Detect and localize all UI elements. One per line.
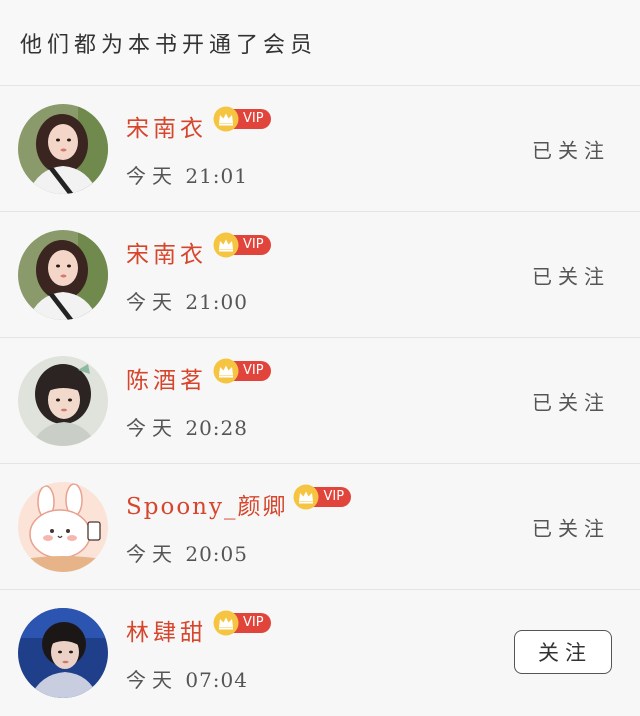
list-item[interactable]: 宋南衣 VIP 今天 21:01 已关注 <box>0 86 640 212</box>
page-title: 他们都为本书开通了会员 <box>20 32 318 58</box>
list-item[interactable]: 陈酒茗 VIP 今天 20:28 已关注 <box>0 338 640 464</box>
vip-badge: VIP <box>293 484 352 510</box>
vip-badge: VIP <box>213 106 271 132</box>
timestamp: 今天 07:04 <box>126 668 248 692</box>
timestamp: 今天 21:00 <box>126 290 248 314</box>
avatar[interactable] <box>18 356 108 446</box>
crown-icon <box>213 610 239 636</box>
list-item[interactable]: 宋南衣 VIP 今天 21:00 已关注 <box>0 212 640 338</box>
girl-short-hair-icon <box>18 356 108 446</box>
member-name[interactable]: 宋南衣 <box>126 109 207 143</box>
timestamp: 今天 20:05 <box>126 542 248 566</box>
member-name[interactable]: 陈酒茗 <box>126 361 207 395</box>
header: 他们都为本书开通了会员 <box>0 0 640 86</box>
vip-badge: VIP <box>213 358 271 384</box>
crown-icon <box>213 106 239 132</box>
member-list: 宋南衣 VIP 今天 21:01 已关注 宋南衣 VIP 今天 21:00 已关… <box>0 86 640 716</box>
vip-badge: VIP <box>213 610 271 636</box>
avatar[interactable] <box>18 104 108 194</box>
vip-badge: VIP <box>213 232 271 258</box>
crown-icon <box>213 232 239 258</box>
list-item[interactable]: Spoony_颜卿 VIP 今天 20:05 已关注 <box>0 464 640 590</box>
member-name[interactable]: Spoony_颜卿 <box>126 487 287 521</box>
crown-icon <box>213 358 239 384</box>
girl-dark-hair-icon <box>18 104 108 194</box>
timestamp: 今天 21:01 <box>126 164 248 188</box>
followed-status-button[interactable]: 已关注 <box>532 134 610 163</box>
avatar[interactable] <box>18 230 108 320</box>
followed-status-button[interactable]: 已关注 <box>532 386 610 415</box>
boy-portrait-icon <box>18 608 108 698</box>
page: 他们都为本书开通了会员 宋南衣 VIP 今天 21:01 已关注 宋南衣 VIP… <box>0 0 640 716</box>
girl-dark-hair-icon <box>18 230 108 320</box>
list-item[interactable]: 林肆甜 VIP 今天 07:04 关注 <box>0 590 640 716</box>
member-name[interactable]: 林肆甜 <box>126 613 207 647</box>
timestamp: 今天 20:28 <box>126 416 248 440</box>
avatar[interactable] <box>18 608 108 698</box>
followed-status-button[interactable]: 已关注 <box>532 512 610 541</box>
crown-icon <box>293 484 319 510</box>
avatar[interactable] <box>18 482 108 572</box>
follow-button[interactable]: 关注 <box>514 630 612 674</box>
bunny-cartoon-icon <box>18 482 108 572</box>
member-name[interactable]: 宋南衣 <box>126 235 207 269</box>
followed-status-button[interactable]: 已关注 <box>532 260 610 289</box>
